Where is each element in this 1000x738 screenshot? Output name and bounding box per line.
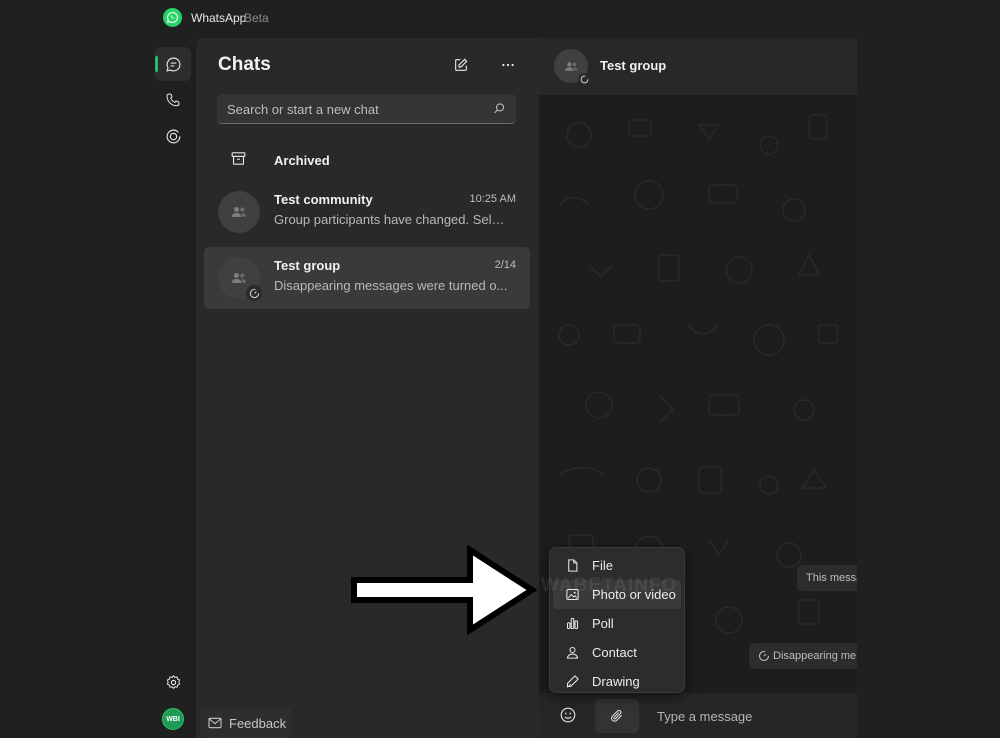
- emoji-button[interactable]: [559, 706, 577, 729]
- disappearing-timer-icon: [578, 73, 591, 86]
- settings-button[interactable]: [155, 665, 191, 699]
- feedback-button[interactable]: Feedback: [200, 708, 292, 738]
- emoji-icon: [560, 707, 576, 723]
- conversation-avatar: [554, 49, 591, 86]
- archive-icon: [231, 152, 246, 165]
- disappearing-timer-icon: [246, 285, 262, 301]
- chat-item-test-community[interactable]: Test community 10:25 AM Group participan…: [204, 181, 530, 243]
- chat-name: Test group: [274, 258, 341, 273]
- archived-row[interactable]: Archived: [204, 138, 530, 182]
- compose-icon: [455, 58, 468, 71]
- chat-name: Test community: [274, 192, 373, 207]
- chat-avatar: [218, 257, 262, 301]
- profile-avatar[interactable]: WBI: [162, 708, 184, 730]
- search-input[interactable]: [227, 100, 477, 118]
- search-box: [217, 94, 516, 124]
- chat-icon: [165, 57, 180, 72]
- nav-rail: WBI: [150, 38, 196, 738]
- chats-title: Chats: [218, 54, 271, 75]
- group-icon: [564, 61, 578, 71]
- more-horizontal-icon: [502, 63, 514, 67]
- group-icon: [231, 273, 247, 283]
- message-composer: [539, 693, 857, 738]
- gear-icon: [166, 674, 180, 689]
- menu-item-label: File: [592, 558, 613, 573]
- arrow-annotation-icon: [351, 544, 538, 636]
- phone-icon: [166, 93, 180, 107]
- watermark: WABETAINFO: [541, 575, 678, 596]
- menu-item-label: Drawing: [592, 674, 640, 689]
- file-icon: [567, 559, 577, 572]
- feedback-label: Feedback: [229, 715, 287, 731]
- whatsapp-logo-icon: [163, 8, 182, 27]
- drawing-icon: [566, 675, 579, 688]
- chat-preview: Disappearing messages were turned o...: [274, 278, 508, 293]
- more-options-button[interactable]: [497, 54, 519, 76]
- menu-item-drawing[interactable]: Drawing: [553, 667, 681, 696]
- nav-calls-button[interactable]: [155, 83, 191, 117]
- disappearing-timer-icon: [758, 650, 770, 662]
- message-bubble: This messa: [797, 565, 857, 591]
- empty-area: [857, 38, 1000, 738]
- contact-icon: [566, 646, 578, 659]
- chat-preview: Group participants have changed. Sele...: [274, 212, 509, 227]
- chat-avatar: [218, 191, 260, 233]
- status-icon: [166, 129, 180, 143]
- paperclip-icon: [611, 709, 623, 722]
- menu-item-label: Poll: [592, 616, 614, 631]
- archived-label: Archived: [274, 153, 330, 168]
- new-chat-button[interactable]: [450, 54, 472, 76]
- menu-item-poll[interactable]: Poll: [553, 609, 681, 638]
- menu-item-label: Contact: [592, 645, 637, 660]
- conversation-title: Test group: [600, 58, 667, 73]
- community-icon: [231, 207, 247, 217]
- chat-item-test-group[interactable]: Test group 2/14 Disappearing messages we…: [204, 247, 530, 309]
- nav-status-button[interactable]: [155, 119, 191, 153]
- chat-time: 2/14: [494, 259, 516, 271]
- menu-item-contact[interactable]: Contact: [553, 638, 681, 667]
- attachment-menu: File Photo or video Poll Contact Drawing: [549, 547, 685, 693]
- attach-button[interactable]: [595, 699, 639, 733]
- search-icon: [494, 103, 505, 114]
- chat-time: 10:25 AM: [469, 193, 516, 205]
- title-bar: WhatsApp Beta: [0, 0, 1000, 38]
- active-indicator: [155, 56, 158, 72]
- message-input[interactable]: [657, 706, 837, 726]
- conversation-header[interactable]: Test group: [539, 38, 857, 95]
- app-beta-badge: Beta: [244, 11, 269, 25]
- app-title: WhatsApp: [191, 11, 247, 25]
- nav-chats-button[interactable]: [155, 47, 191, 81]
- poll-icon: [566, 617, 578, 630]
- mail-icon: [208, 717, 222, 729]
